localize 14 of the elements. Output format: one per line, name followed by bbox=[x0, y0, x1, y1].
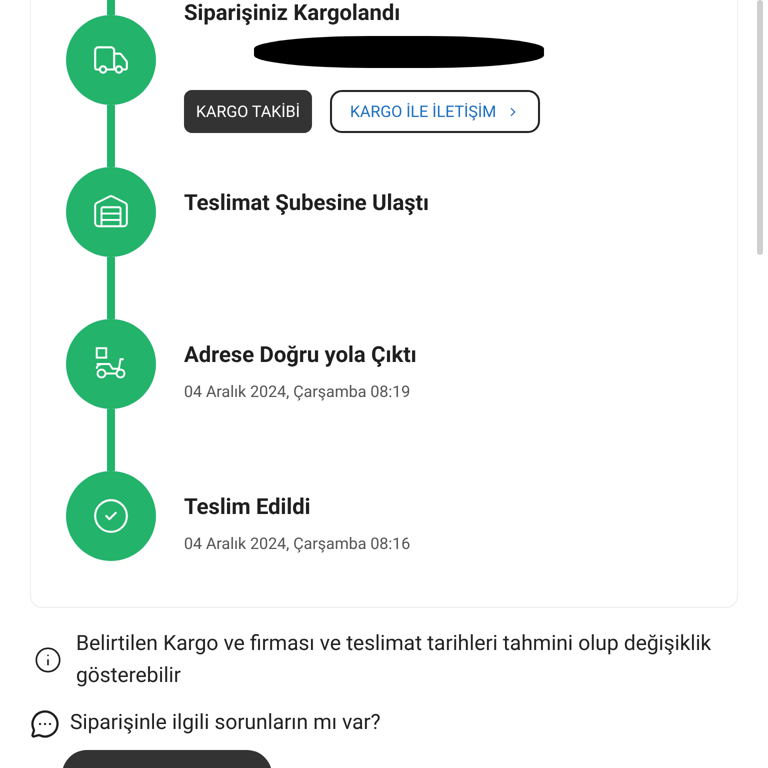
step-title: Teslimat Şubesine Ulaştı bbox=[184, 190, 429, 218]
help-text: Siparişinle ilgili sorunların mı var? bbox=[70, 710, 381, 737]
scrollbar[interactable] bbox=[757, 0, 763, 255]
step-title: Adrese Doğru yola Çıktı bbox=[184, 342, 417, 370]
step-title: Siparişiniz Kargolandı bbox=[184, 0, 402, 28]
step-date: 04 Aralık 2024, Çarşamba 08:16 bbox=[184, 533, 410, 555]
notice-text: Belirtilen Kargo ve firması ve teslimat tarihleri tahmini olup değişiklik gösterebilir bbox=[76, 631, 712, 690]
check-icon bbox=[92, 497, 130, 535]
contact-button[interactable]: KARGO İLE İLETİŞİM bbox=[330, 90, 540, 133]
info-icon bbox=[34, 646, 62, 674]
tracking-button[interactable]: KARGO TAKİBİ bbox=[184, 90, 312, 133]
chat-icon bbox=[30, 708, 60, 739]
step-title: Teslim Edildi bbox=[184, 494, 312, 522]
step-date: 04 Aralık 2024, Çarşamba 08:19 bbox=[184, 381, 412, 403]
